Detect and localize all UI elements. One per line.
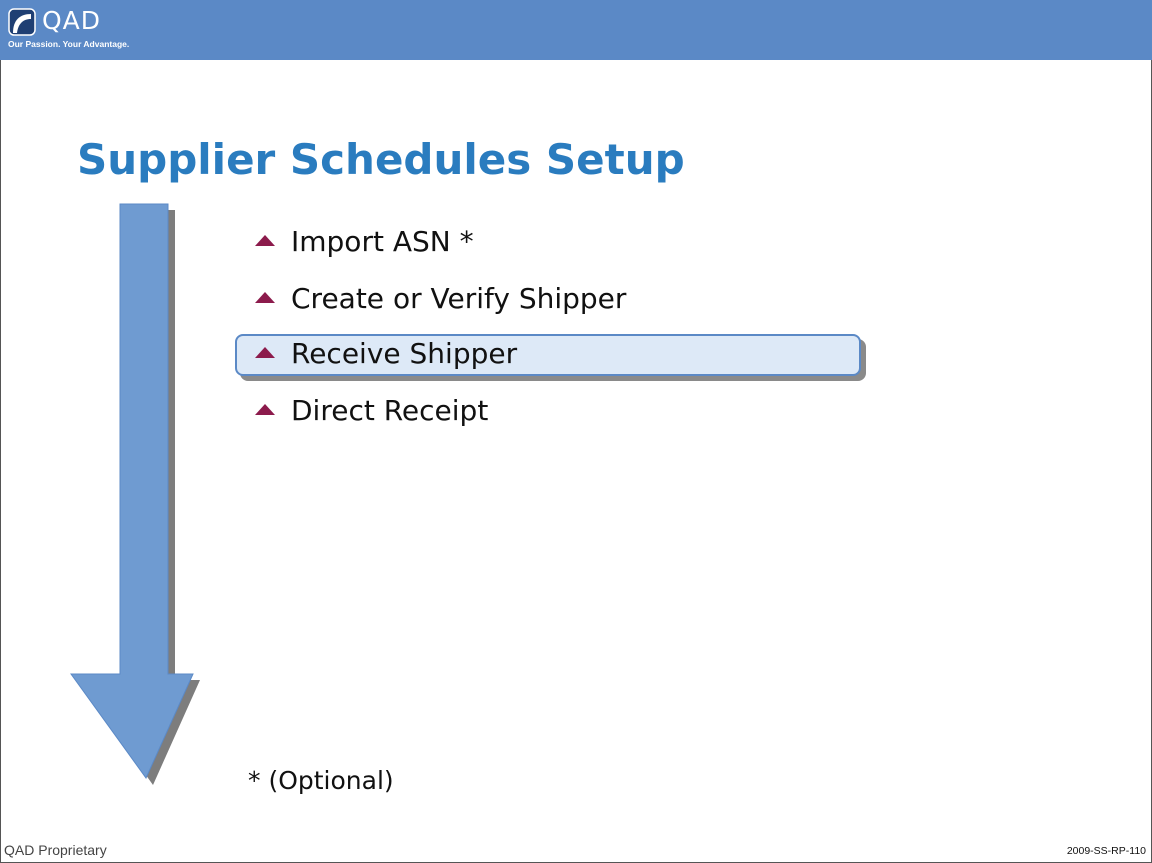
optional-footnote: * (Optional) — [248, 766, 394, 795]
qad-logo-icon — [8, 8, 36, 36]
logo-tagline: Our Passion. Your Advantage. — [8, 39, 130, 49]
down-arrow-icon — [70, 203, 200, 785]
triangle-bullet-icon — [255, 347, 275, 358]
header-bar: QAD Our Passion. Your Advantage. — [0, 0, 1152, 60]
triangle-bullet-icon — [255, 404, 275, 415]
logo-wordmark: QAD — [42, 6, 102, 35]
bullet-label: Receive Shipper — [291, 337, 518, 370]
footer-proprietary: QAD Proprietary — [4, 842, 107, 858]
slide-title: Supplier Schedules Setup — [77, 135, 685, 184]
bullet-label: Create or Verify Shipper — [291, 282, 627, 315]
bullet-label: Import ASN * — [291, 225, 474, 258]
triangle-bullet-icon — [255, 292, 275, 303]
footer-slide-code: 2009-SS-RP-110 — [1066, 845, 1146, 857]
triangle-bullet-icon — [255, 235, 275, 246]
bullet-label: Direct Receipt — [291, 394, 489, 427]
qad-logo: QAD Our Passion. Your Advantage. — [8, 6, 188, 56]
